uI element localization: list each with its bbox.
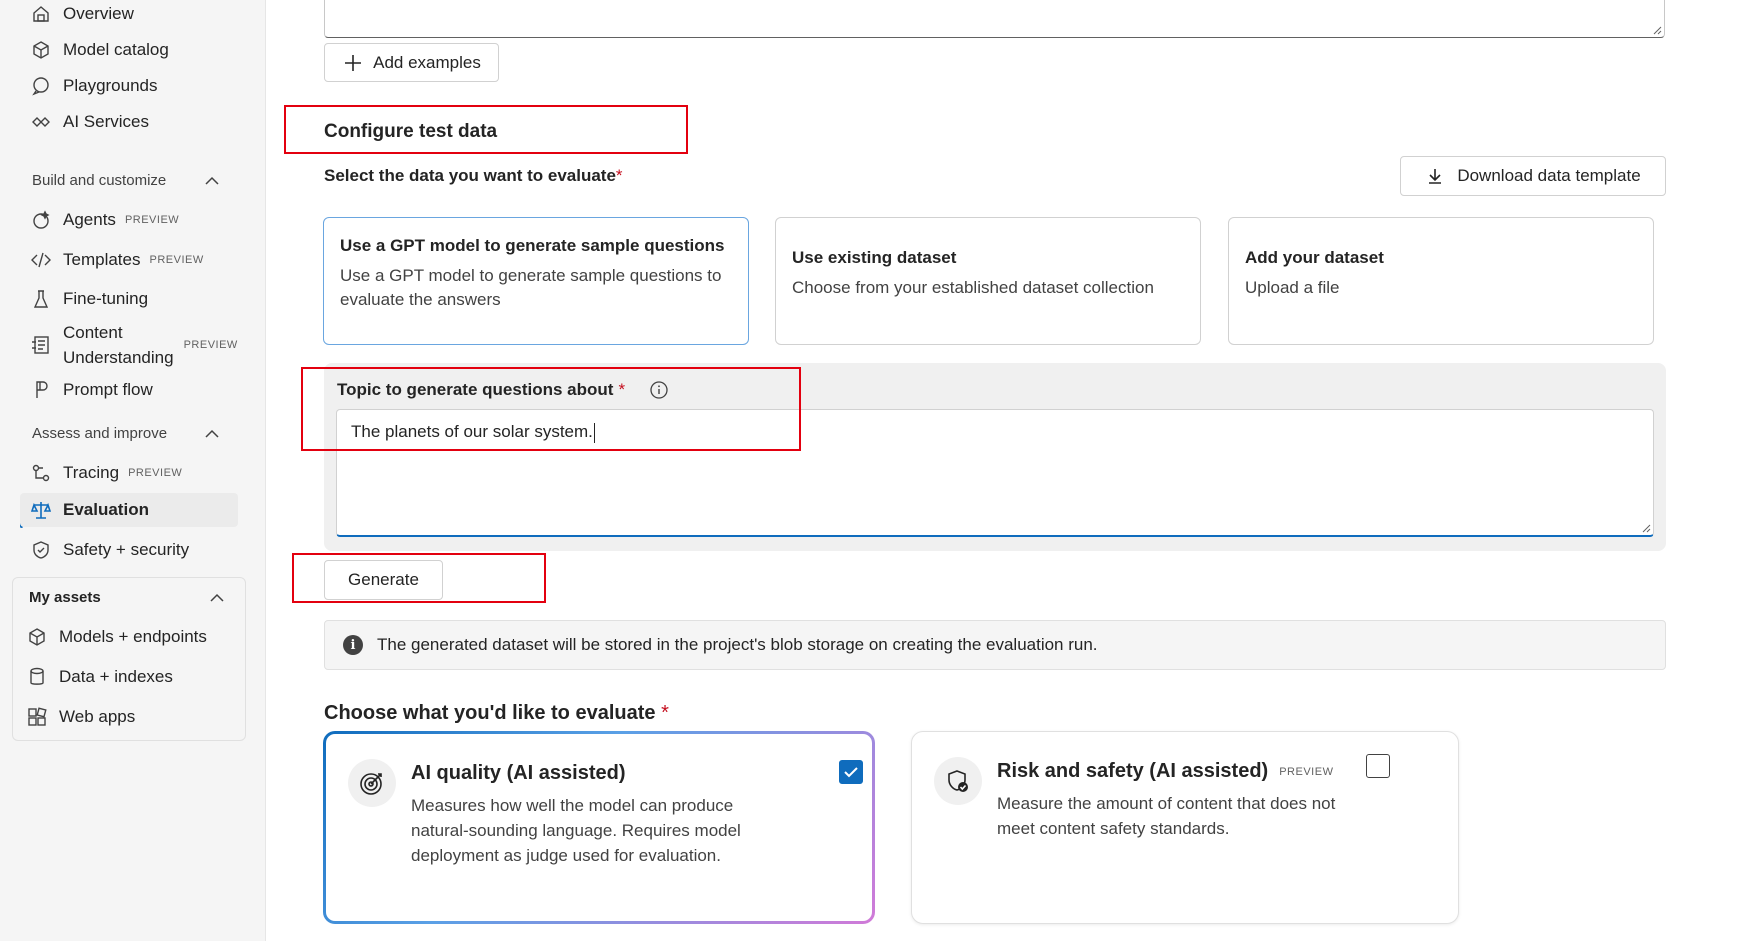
section-my-assets[interactable]: My assets — [29, 589, 101, 606]
resize-handle-icon[interactable] — [1641, 523, 1651, 533]
flask-icon — [30, 288, 52, 310]
card-title: Use existing dataset — [792, 248, 957, 267]
apps-icon — [26, 706, 48, 728]
card-gpt-generate[interactable]: Use a GPT model to generate sample quest… — [323, 217, 749, 345]
sidebar-item-label: Prompt flow — [63, 380, 153, 399]
section-build-customize[interactable]: Build and customize — [32, 172, 166, 189]
sidebar-item-evaluation[interactable]: Evaluation — [20, 493, 238, 527]
sidebar-item-label: Agents — [63, 210, 116, 229]
shield-check-icon — [934, 757, 982, 805]
preview-badge: PREVIEW — [183, 339, 238, 351]
sidebar-item-label: Data + indexes — [59, 667, 173, 686]
download-icon — [1429, 169, 1442, 184]
sidebar-item-model-catalog[interactable]: Model catalog — [20, 33, 240, 67]
info-message-bar: i The generated dataset will be stored i… — [324, 620, 1666, 670]
checkmark-icon — [844, 767, 858, 778]
document-icon — [30, 334, 52, 356]
preview-badge: PREVIEW — [1279, 765, 1334, 778]
overview-icon — [30, 3, 52, 25]
choose-evaluate-heading: Choose what you'd like to evaluate * — [324, 702, 669, 724]
eval-description: Measure the amount of content that does … — [997, 794, 1336, 838]
sidebar-item-label: Overview — [63, 4, 134, 23]
sidebar-item-label: Safety + security — [63, 540, 190, 559]
sidebar-item-ai-services[interactable]: AI Services — [20, 105, 240, 139]
ai-quality-card[interactable]: AI quality (AI assisted) Measures how we… — [323, 731, 875, 924]
risk-safety-checkbox[interactable] — [1366, 754, 1390, 778]
scale-icon — [30, 499, 52, 521]
sidebar-item-prompt-flow[interactable]: Prompt flow — [20, 373, 240, 407]
sidebar-item-agents[interactable]: Agents PREVIEW — [20, 203, 240, 237]
main-content: Add examples Configure test data Select … — [266, 0, 1752, 941]
card-description: Use a GPT model to generate sample quest… — [340, 266, 722, 309]
preview-badge: PREVIEW — [128, 467, 183, 479]
sidebar-item-label: Playgrounds — [63, 76, 158, 95]
add-examples-button[interactable]: Add examples — [324, 43, 499, 82]
chevron-up-icon[interactable] — [208, 589, 226, 607]
section-assess-improve[interactable]: Assess and improve — [32, 425, 167, 442]
resize-handle-icon[interactable] — [1652, 25, 1662, 35]
select-data-label: Select the data you want to evaluate* — [324, 166, 623, 185]
highlight-box — [301, 367, 801, 451]
database-icon — [26, 666, 48, 688]
sidebar-item-label: Models + endpoints — [59, 627, 207, 646]
sidebar-item-fine-tuning[interactable]: Fine-tuning — [20, 282, 240, 316]
eval-title-row: Risk and safety (AI assisted) PREVIEW — [997, 760, 1333, 783]
info-message-text: The generated dataset will be stored in … — [377, 635, 1098, 654]
target-icon — [348, 759, 396, 807]
sidebar-item-overview[interactable]: Overview — [20, 0, 240, 31]
card-existing-dataset[interactable]: Use existing dataset Choose from your es… — [775, 217, 1201, 345]
preview-badge: PREVIEW — [124, 214, 180, 226]
card-title: Add your dataset — [1245, 248, 1384, 267]
sidebar-item-label: Templates — [63, 250, 141, 269]
chat-icon — [30, 75, 52, 97]
sidebar-item-label: Understanding — [63, 348, 174, 367]
sidebar: Overview Model catalog Playgrounds AI Se… — [0, 0, 266, 941]
card-description: Choose from your established dataset col… — [792, 278, 1154, 297]
card-title: Use a GPT model to generate sample quest… — [340, 236, 725, 255]
plus-icon — [345, 54, 362, 71]
sidebar-item-models-endpoints[interactable]: Models + endpoints — [16, 620, 236, 654]
chevron-up-icon[interactable] — [203, 425, 221, 443]
required-mark: * — [615, 166, 623, 185]
tracing-icon — [30, 462, 52, 484]
risk-safety-card[interactable]: Risk and safety (AI assisted) PREVIEW Me… — [911, 731, 1459, 924]
info-icon: i — [343, 635, 363, 655]
configure-test-data-heading: Configure test data — [324, 121, 498, 142]
eval-description: Measures how well the model can produce … — [411, 796, 741, 865]
preview-badge: PREVIEW — [149, 254, 204, 266]
code-icon — [30, 249, 52, 271]
sidebar-item-label: Model catalog — [63, 40, 169, 59]
sidebar-item-label: Fine-tuning — [63, 289, 149, 308]
shield-icon — [30, 539, 52, 561]
sidebar-item-content-understanding[interactable]: Content Understanding PREVIEW — [20, 320, 240, 370]
cube-icon — [30, 39, 52, 61]
required-mark: * — [661, 702, 669, 724]
flow-icon — [30, 379, 52, 401]
ai-quality-checkbox[interactable] — [839, 760, 863, 784]
sidebar-item-safety-security[interactable]: Safety + security — [20, 533, 240, 567]
link-icon — [30, 111, 52, 133]
card-description: Upload a file — [1245, 278, 1340, 297]
sidebar-item-web-apps[interactable]: Web apps — [16, 700, 236, 734]
download-data-template-button[interactable]: Download data template — [1400, 156, 1666, 196]
sidebar-item-label: AI Services — [63, 112, 149, 131]
sidebar-item-label: Evaluation — [63, 500, 149, 519]
sidebar-item-label: Web apps — [59, 707, 136, 726]
eval-title: Risk and safety (AI assisted) — [997, 760, 1269, 782]
sidebar-item-playgrounds[interactable]: Playgrounds — [20, 69, 240, 103]
examples-textarea[interactable] — [324, 0, 1665, 38]
cube-icon — [26, 626, 48, 648]
sidebar-item-tracing[interactable]: Tracing PREVIEW — [20, 456, 240, 490]
sidebar-item-label: Tracing — [63, 463, 120, 482]
sidebar-item-data-indexes[interactable]: Data + indexes — [16, 660, 236, 694]
eval-title: AI quality (AI assisted) — [411, 762, 626, 784]
highlight-box — [292, 553, 546, 603]
chevron-up-icon[interactable] — [203, 172, 221, 190]
sidebar-item-label: Content — [63, 323, 123, 342]
card-add-dataset[interactable]: Add your dataset Upload a file — [1228, 217, 1654, 345]
sidebar-item-templates[interactable]: Templates PREVIEW — [20, 243, 240, 277]
agent-icon — [30, 209, 52, 231]
